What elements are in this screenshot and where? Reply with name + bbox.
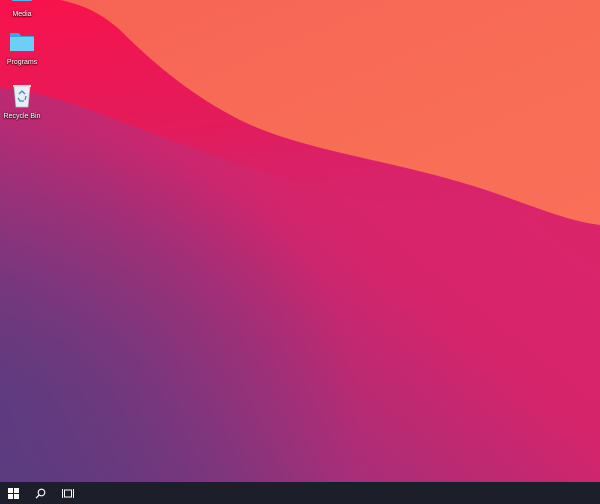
media-icon	[7, 0, 37, 8]
start-button[interactable]	[0, 482, 27, 504]
desktop-icon-label: Recycle Bin	[3, 113, 41, 120]
desktop[interactable]: Media Programs Recycle Bin	[0, 0, 600, 504]
folder-icon	[7, 26, 37, 56]
task-view-button[interactable]	[54, 482, 81, 504]
taskbar	[0, 482, 600, 504]
windows-start-icon	[8, 487, 19, 499]
desktop-icon-programs[interactable]: Programs	[0, 26, 44, 67]
search-icon	[35, 488, 46, 499]
desktop-icon-label: Programs	[6, 59, 38, 66]
desktop-icon-media[interactable]: Media	[0, 0, 44, 19]
task-view-icon	[61, 488, 74, 499]
search-button[interactable]	[27, 482, 54, 504]
desktop-icon-label: Media	[12, 11, 32, 18]
wallpaper	[0, 0, 600, 482]
desktop-icon-recycle-bin[interactable]: Recycle Bin	[0, 80, 44, 121]
recycle-bin-icon	[7, 80, 37, 110]
